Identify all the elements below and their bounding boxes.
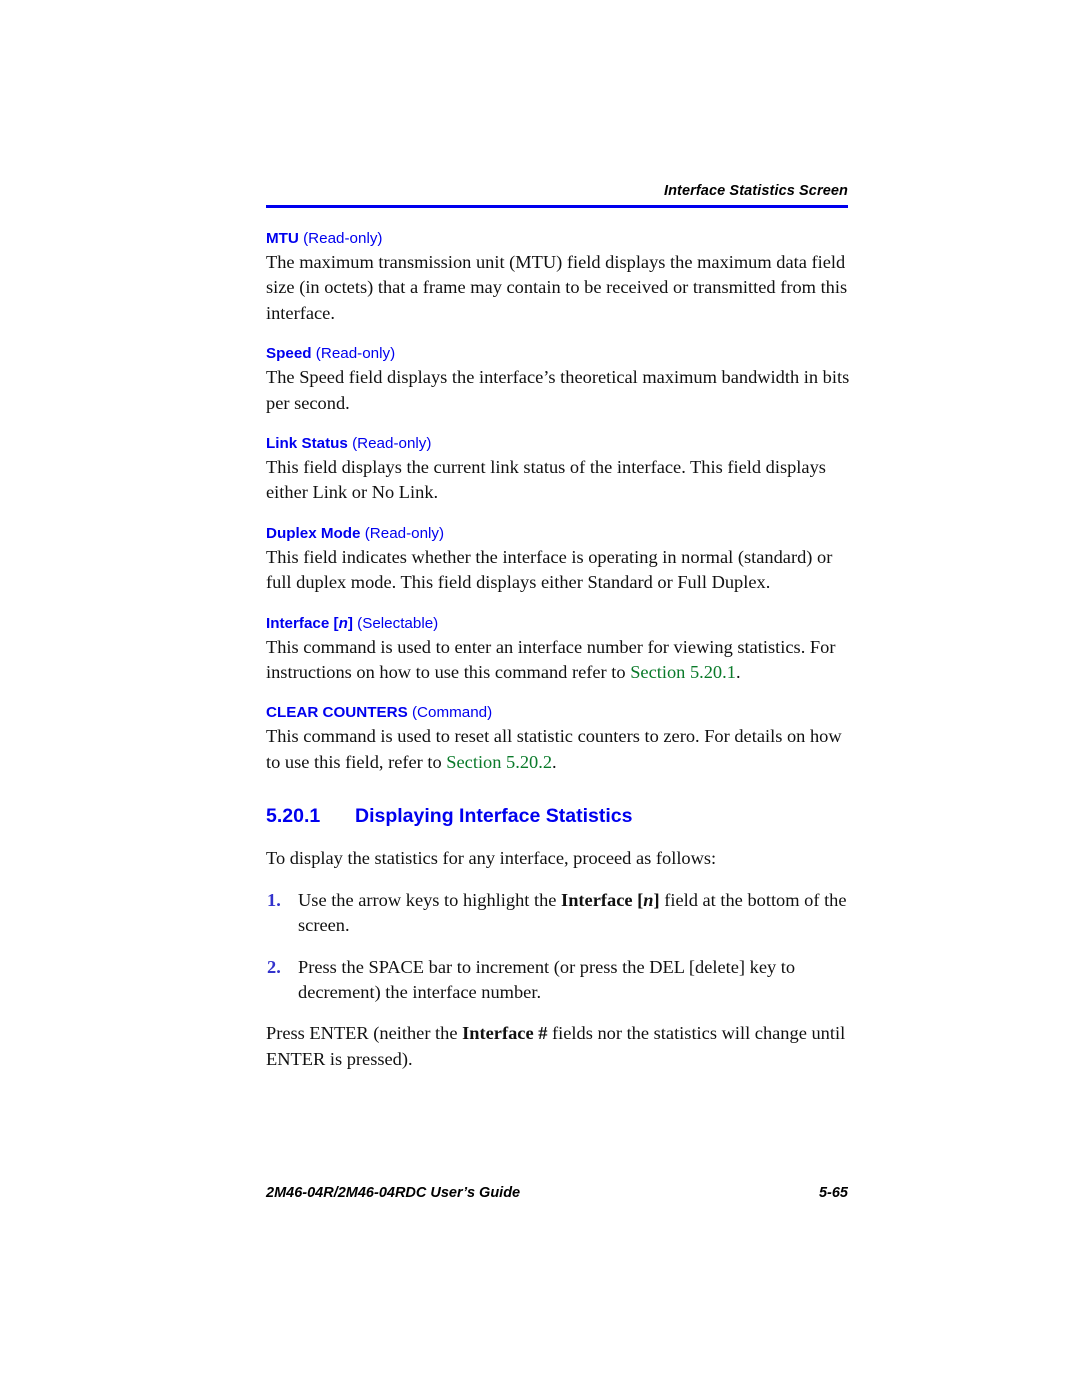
field-term: Interface [n] [266,614,353,632]
field-qualifier: (Read-only) [360,524,445,542]
field-heading: Interface [n] (Selectable) [266,613,854,634]
header-rule [266,205,848,208]
field-descriptions: MTU (Read-only) The maximum transmission … [266,228,854,775]
step-number: 2. [267,956,281,977]
field-heading: Speed (Read-only) [266,343,854,364]
field-block: Duplex Mode (Read-only) This field indica… [266,523,854,596]
closing-paragraph: Press ENTER (neither the Interface # fie… [266,1023,846,1069]
step-text: Press the SPACE bar to increment (or pre… [298,956,796,1002]
field-qualifier: (Read-only) [347,435,432,453]
running-header-title: Interface Statistics Screen [663,183,848,199]
field-heading: CLEAR COUNTERS (Command) [266,702,854,723]
field-block: CLEAR COUNTERS (Command) This command is … [266,702,854,775]
section-title: Displaying Interface Statistics [355,805,633,828]
field-description: This field indicates whether the interfa… [266,546,833,593]
field-heading: Link Status (Read-only) [266,433,854,454]
procedure-step: 2. Press the SPACE bar to increment (or p… [266,955,854,1006]
field-qualifier: (Selectable) [352,614,439,632]
document-page: Interface Statistics Screen MTU (Read-on… [0,0,1080,1397]
field-heading: Duplex Mode (Read-only) [266,523,854,544]
field-block: Speed (Read-only) The Speed field display… [266,343,854,416]
footer-guide-title: 2M46-04R/2M46-04RDC User’s Guide [266,1185,521,1201]
body-column: MTU (Read-only) The maximum transmission … [266,228,854,1072]
field-description: This command is used to enter an interfa… [266,636,836,683]
procedure-step: 1. Use the arrow keys to highlight the In… [266,888,854,939]
field-description: The maximum transmission unit (MTU) fiel… [266,252,848,323]
field-term: CLEAR COUNTERS [266,704,408,722]
step-text: Use the arrow keys to highlight the Inte… [298,889,847,936]
field-description: The Speed field displays the interface’s… [266,367,850,413]
step-number: 1. [267,889,281,910]
procedure-steps: 1. Use the arrow keys to highlight the In… [266,888,854,1006]
field-qualifier: (Read-only) [298,230,383,247]
field-heading: MTU (Read-only) [266,228,854,249]
field-term: MTU [266,230,299,247]
field-description: This command is used to reset all statis… [266,726,842,772]
field-term: Speed [266,345,312,363]
field-block: Interface [n] (Selectable) This command i… [266,613,854,686]
field-block: MTU (Read-only) The maximum transmission … [266,228,854,326]
field-qualifier: (Read-only) [311,345,396,363]
field-term: Link Status [266,435,348,453]
field-term: Duplex Mode [266,524,361,542]
section-number: 5.20.1 [266,805,321,828]
section-lead-in: To display the statistics for any interf… [266,848,717,869]
page-footer: 2M46-04R/2M46-04RDC User’s Guide 5-65 [266,1185,848,1201]
field-description: This field displays the current link sta… [266,457,826,503]
field-block: Link Status (Read-only) This field displa… [266,433,854,506]
footer-page-number: 5-65 [818,1185,848,1201]
field-qualifier: (Command) [407,704,493,722]
section-heading: 5.20.1 Displaying Interface Statistics [266,805,854,828]
